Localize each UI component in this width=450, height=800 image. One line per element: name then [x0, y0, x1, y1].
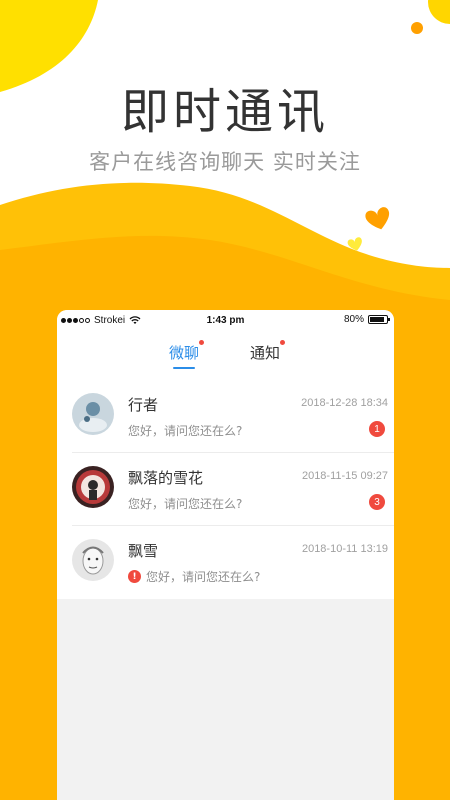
tab-chat[interactable]: 微聊	[169, 340, 205, 363]
message-time: 2018-12-28 18:34	[301, 397, 388, 409]
status-bar: Strokei 1:43 pm 80%	[57, 310, 394, 332]
tab-notifications-label: 通知	[250, 344, 281, 362]
chat-list-item[interactable]: 行者 2018-12-28 18:34 您好，请问您还在么? 1	[72, 380, 394, 453]
avatar	[72, 393, 114, 435]
chat-list: 行者 2018-12-28 18:34 您好，请问您还在么? 1 飘落的雪花 2…	[57, 380, 394, 599]
message-text: 您好，请问您还在么?	[128, 497, 243, 511]
contact-name: 飘雪	[128, 542, 159, 560]
battery-icon	[368, 315, 390, 324]
battery-percent: 80%	[343, 314, 364, 325]
message-time: 2018-11-15 09:27	[301, 470, 388, 482]
contact-name: 行者	[128, 396, 159, 414]
chat-list-item[interactable]: 飘落的雪花 2018-11-15 09:27 您好，请问您还在么? 3	[72, 453, 394, 526]
message-preview: 您好，请问您还在么?	[128, 422, 242, 439]
promo-headline: 即时通讯	[120, 84, 329, 140]
send-failed-icon[interactable]: !	[128, 570, 141, 583]
notification-dot	[280, 340, 286, 345]
message-text: 您好，请问您还在么?	[146, 570, 261, 584]
message-preview: 您好，请问您还在么?	[128, 495, 242, 512]
message-preview: ! 您好，请问您还在么?	[128, 568, 260, 585]
tab-bar: 微聊 通知	[57, 332, 394, 380]
promo-subline: 客户在线咨询聊天 实时关注	[89, 150, 361, 174]
chat-list-item[interactable]: 飘雪 2018-10-11 13:19 ! 您好，请问您还在么?	[72, 526, 394, 599]
active-tab-indicator	[173, 367, 195, 369]
message-text: 您好，请问您还在么?	[128, 424, 243, 438]
unread-badge: 3	[369, 494, 385, 510]
tab-notifications[interactable]: 通知	[250, 340, 286, 363]
message-time: 2018-10-11 13:19	[301, 543, 388, 555]
contact-name: 飘落的雪花	[128, 469, 204, 487]
unread-badge: 1	[369, 421, 385, 437]
avatar	[72, 539, 114, 581]
notification-dot	[199, 340, 205, 345]
tab-chat-label: 微聊	[169, 344, 200, 362]
heart-icon	[365, 207, 390, 230]
avatar	[72, 466, 114, 508]
phone-mockup: Strokei 1:43 pm 80% 微聊 通知 行者 2018-12-28 …	[57, 310, 394, 800]
